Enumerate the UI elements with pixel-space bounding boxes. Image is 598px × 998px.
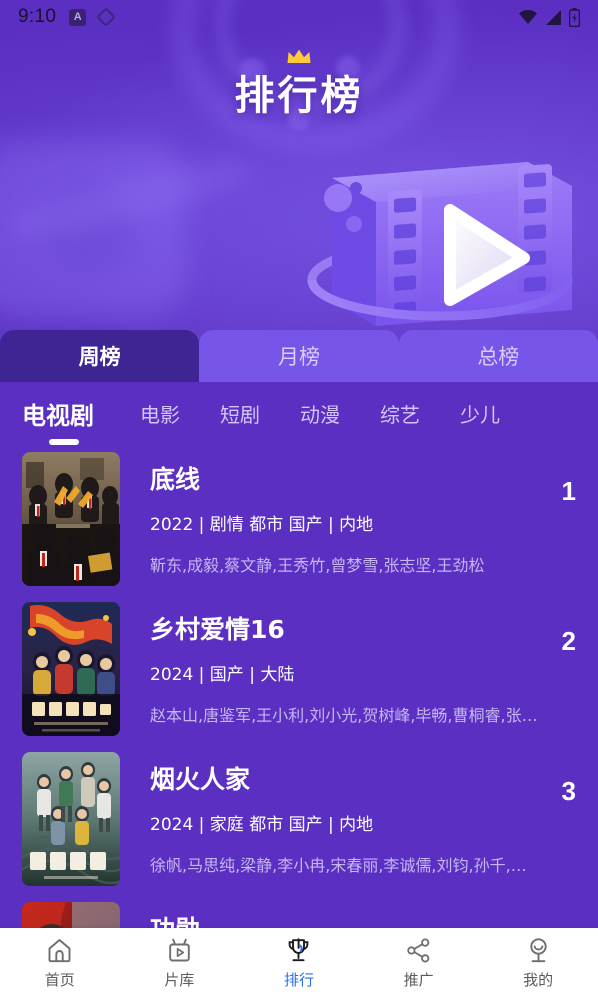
battery-charging-icon — [569, 7, 580, 27]
list-item-meta: 乡村爱情16 2024 | 国产 | 大陆 赵本山,唐鉴军,王小利,刘小光,贺树… — [120, 602, 576, 744]
category-anime[interactable]: 动漫 — [280, 399, 360, 428]
bottom-navigation: 首页 片库 排行 推广 我的 — [0, 928, 598, 998]
hero-banner: 排行榜 — [0, 0, 598, 372]
person-icon — [530, 937, 547, 962]
category-kids[interactable]: 少儿 — [440, 399, 520, 428]
tab-month[interactable]: 月榜 — [199, 330, 399, 382]
crown-icon — [287, 49, 311, 63]
nav-home[interactable]: 首页 — [0, 928, 120, 998]
share-icon — [407, 937, 430, 962]
list-item-subtitle: 2024 | 国产 | 大陆 — [150, 664, 295, 685]
list-item-title: 烟火人家 — [150, 766, 251, 794]
ranking-list[interactable]: 底线 2022 | 剧情 都市 国产 | 内地 靳东,成毅,蔡文静,王秀竹,曾梦… — [0, 444, 598, 928]
category-movie[interactable]: 电影 — [120, 399, 200, 428]
list-item-rank: 1 — [561, 476, 576, 506]
wifi-icon — [519, 9, 537, 24]
list-item-cast: 靳东,成毅,蔡文静,王秀竹,曾梦雪,张志坚,王劲松 — [150, 555, 485, 575]
list-item-meta: 功勋 — [120, 902, 576, 928]
category-filter-bar: 电视剧 电影 短剧 动漫 综艺 少儿 — [0, 382, 598, 444]
page-title: 排行榜 — [0, 49, 598, 121]
list-item-subtitle: 2024 | 家庭 都市 国产 | 内地 — [150, 814, 374, 835]
nav-library[interactable]: 片库 — [120, 928, 240, 998]
list-item-title: 功勋 — [150, 916, 576, 928]
app-root: 排行榜 9:10 A 周榜 月榜 总榜 电视剧 电影 短剧 动漫 综艺 少儿 底… — [0, 0, 598, 998]
poster-gongxun[interactable] — [22, 902, 120, 928]
tab-week-label: 周榜 — [78, 345, 121, 369]
tab-all[interactable]: 总榜 — [398, 330, 598, 382]
poster-yanhuorenjia[interactable] — [22, 752, 120, 886]
list-item-title: 乡村爱情16 — [150, 616, 285, 644]
status-bar-left: 9:10 A — [18, 6, 117, 28]
list-item-subtitle: 2022 | 剧情 都市 国产 | 内地 — [150, 514, 374, 535]
list-item[interactable]: 烟火人家 2024 | 家庭 都市 国产 | 内地 徐帆,马思纯,梁静,李小冉,… — [0, 744, 598, 894]
status-bar: 9:10 A — [0, 0, 598, 34]
category-variety[interactable]: 综艺 — [360, 399, 440, 428]
film-strip-illustration — [292, 140, 592, 340]
page-title-text: 排行榜 — [234, 73, 364, 119]
nav-promote[interactable]: 推广 — [359, 928, 479, 998]
nav-home-label: 首页 — [44, 970, 75, 989]
tv-library-icon — [169, 938, 190, 961]
nav-library-label: 片库 — [164, 970, 195, 989]
nav-mine-label: 我的 — [523, 970, 554, 989]
period-tab-bar: 周榜 月榜 总榜 — [0, 330, 598, 382]
status-bar-right — [518, 7, 580, 27]
category-tv-series[interactable]: 电视剧 — [22, 396, 120, 431]
list-item[interactable]: 功勋 4 — [0, 894, 598, 928]
list-item-cast: 徐帆,马思纯,梁静,李小冉,宋春丽,李诚儒,刘钧,孙千,王… — [150, 855, 543, 875]
tab-week[interactable]: 周榜 — [0, 330, 200, 382]
list-item-meta: 烟火人家 2024 | 家庭 都市 国产 | 内地 徐帆,马思纯,梁静,李小冉,… — [120, 752, 576, 894]
nav-ranking-label: 排行 — [283, 970, 314, 989]
poster-dixian[interactable] — [22, 452, 120, 586]
list-item[interactable]: 底线 2022 | 剧情 都市 国产 | 内地 靳东,成毅,蔡文静,王秀竹,曾梦… — [0, 444, 598, 594]
nav-ranking[interactable]: 排行 — [239, 928, 359, 998]
list-item-cast: 赵本山,唐鉴军,王小利,刘小光,贺树峰,毕畅,曹桐睿,张… — [150, 705, 538, 725]
status-time: 9:10 — [18, 6, 57, 27]
category-short-drama[interactable]: 短剧 — [200, 399, 280, 428]
list-item-rank: 2 — [561, 626, 576, 656]
list-item-meta: 底线 2022 | 剧情 都市 国产 | 内地 靳东,成毅,蔡文静,王秀竹,曾梦… — [120, 452, 576, 594]
diamond-icon — [96, 7, 117, 27]
app-badge-icon: A — [69, 8, 87, 26]
poster-xiangcunaiqing16[interactable] — [22, 602, 120, 736]
tab-month-label: 月榜 — [277, 345, 320, 369]
list-item-rank: 3 — [561, 776, 576, 806]
trophy-icon — [289, 937, 309, 961]
nav-mine[interactable]: 我的 — [478, 928, 598, 998]
list-item-title: 底线 — [150, 466, 201, 494]
nav-promote-label: 推广 — [403, 970, 434, 989]
list-item[interactable]: 乡村爱情16 2024 | 国产 | 大陆 赵本山,唐鉴军,王小利,刘小光,贺树… — [0, 594, 598, 744]
tab-all-label: 总榜 — [477, 345, 520, 369]
home-icon — [48, 938, 71, 962]
signal-icon — [546, 9, 561, 25]
